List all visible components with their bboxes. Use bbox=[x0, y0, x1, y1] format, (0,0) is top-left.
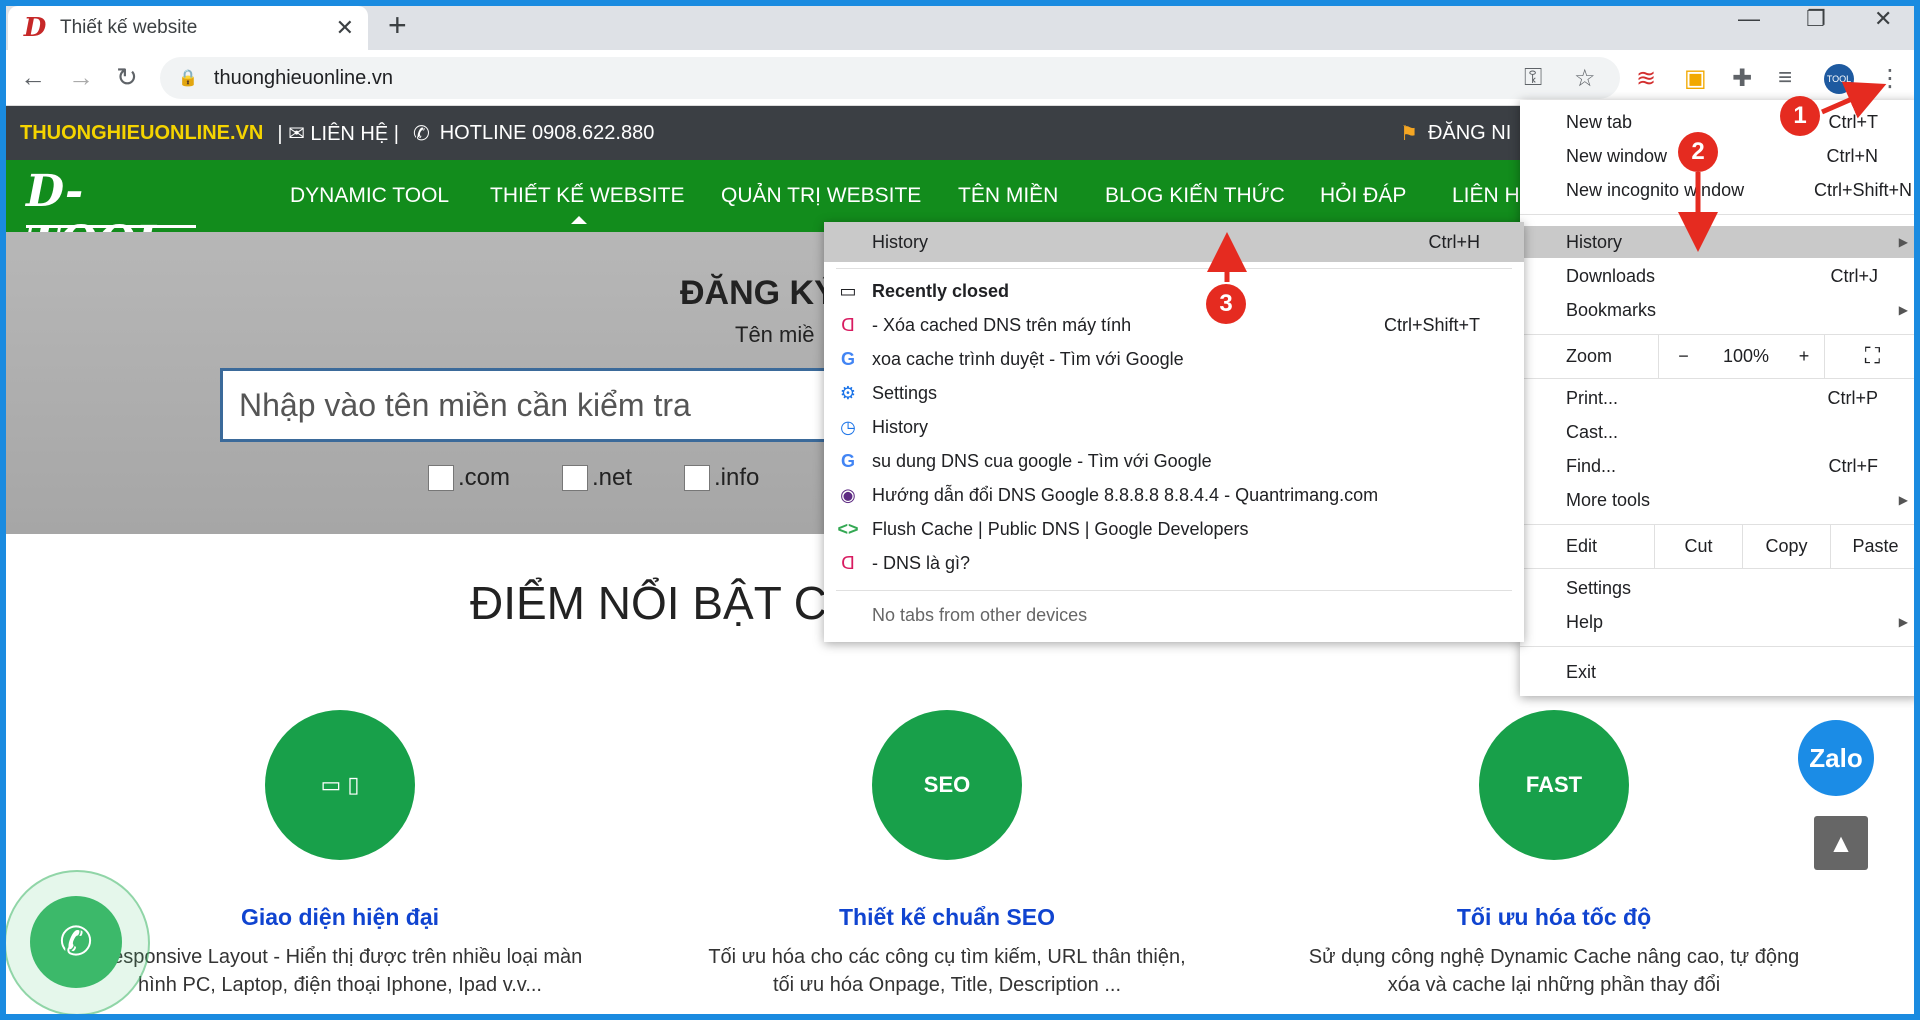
callout-arrows bbox=[1207, 81, 1887, 282]
callout-badge-1: 1 bbox=[1780, 96, 1820, 136]
callout-badge-2: 2 bbox=[1678, 132, 1718, 172]
callout-badge-3: 3 bbox=[1206, 284, 1246, 324]
callout-arrow-1 bbox=[1821, 81, 1887, 119]
